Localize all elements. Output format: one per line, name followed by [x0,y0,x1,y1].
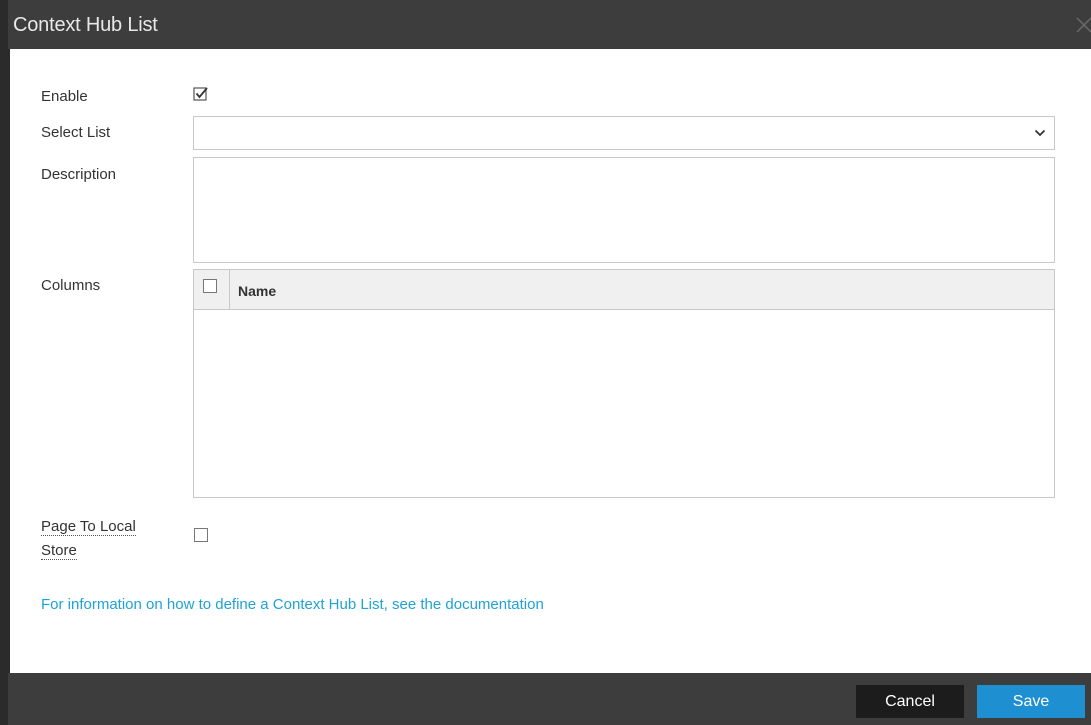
select-all-checkbox[interactable] [203,279,217,293]
dialog-titlebar: Context Hub List [0,0,1091,49]
page-to-local-store-checkbox[interactable] [194,528,208,542]
chevron-down-icon [1034,129,1046,137]
enable-label: Enable [41,88,88,105]
description-label: Description [41,166,117,183]
page-to-local-store-label-line2: Store [41,542,77,560]
column-header-name[interactable]: Name [238,283,276,299]
select-all-cell [194,270,230,309]
close-icon[interactable] [1075,12,1091,36]
columns-grid-header: Name [194,270,1054,310]
description-field[interactable] [193,157,1055,263]
page-to-local-store-label-line1: Page To Local [41,518,136,536]
documentation-link[interactable]: For information on how to define a Conte… [41,596,544,613]
dialog-footer: Cancel Save [0,673,1091,725]
page-to-local-store-label: Page To Local Store [41,515,171,563]
columns-grid: Name [193,269,1055,498]
columns-label: Columns [41,277,101,294]
save-button[interactable]: Save [977,685,1085,718]
dialog-title: Context Hub List [13,14,158,36]
cancel-button[interactable]: Cancel [856,685,964,718]
enable-checkbox[interactable] [193,86,209,102]
select-list-dropdown[interactable] [193,116,1055,150]
select-list-label: Select List [41,124,111,141]
